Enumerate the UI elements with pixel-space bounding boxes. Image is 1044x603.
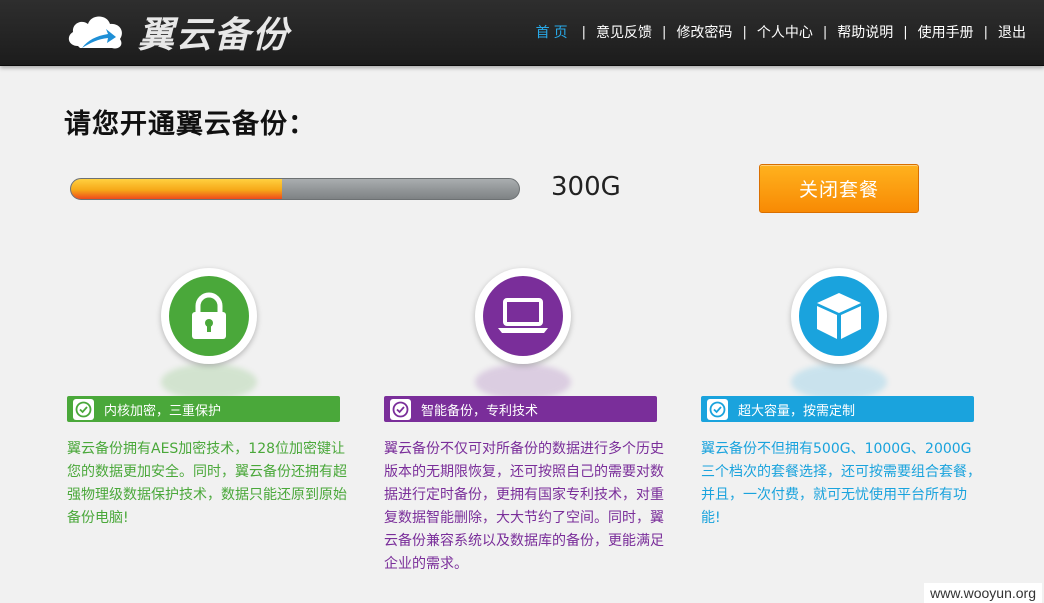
feature-icon-circle xyxy=(169,276,249,356)
feature-icon-badge xyxy=(161,268,257,364)
page-title: 请您开通翼云备份： xyxy=(64,109,316,140)
storage-progress-bar xyxy=(70,178,520,200)
logo[interactable]: 翼云备份 xyxy=(64,8,290,56)
feature-title: 超大容量，按需定制 xyxy=(738,403,856,419)
feature-title: 智能备份，专利技术 xyxy=(421,403,539,419)
nav-change-password[interactable]: 修改密码 xyxy=(676,22,732,42)
icon-reflection xyxy=(791,364,887,400)
nav-separator: | xyxy=(983,24,988,40)
logo-text: 翼云备份 xyxy=(138,15,291,56)
feature-description: 翼云备份不仅可对所备份的数据进行多个历史版本的无期限恢复，还可按照自己的需要对数… xyxy=(384,441,664,572)
nav-separator: | xyxy=(742,24,747,40)
cloud-logo-icon xyxy=(68,16,122,49)
check-icon xyxy=(390,398,411,420)
feature-description: 翼云备份拥有AES加密技术，128位加密键让您的数据更加安全。同时，翼云备份还拥… xyxy=(67,441,347,526)
feature-icon-badge xyxy=(475,268,571,364)
feature-title-bar: 智能备份，专利技术 xyxy=(384,396,657,422)
feature-icon-circle xyxy=(483,276,563,356)
feature-title: 内核加密，三重保护 xyxy=(104,403,222,419)
nav-logout[interactable]: 退出 xyxy=(998,22,1026,42)
nav-feedback[interactable]: 意见反馈 xyxy=(596,22,652,42)
icon-reflection xyxy=(475,364,571,400)
feature-title-bar: 内核加密，三重保护 xyxy=(67,396,340,422)
feature-title-bar: 超大容量，按需定制 xyxy=(701,396,974,422)
nav-separator: | xyxy=(662,24,667,40)
nav-separator: | xyxy=(581,24,587,40)
box-icon xyxy=(817,293,861,339)
feature-icon-circle xyxy=(799,276,879,356)
storage-progress-fill xyxy=(71,179,282,199)
nav-manual[interactable]: 使用手册 xyxy=(918,22,974,42)
nav-profile[interactable]: 个人中心 xyxy=(757,22,813,42)
close-plan-button[interactable]: 关闭套餐 xyxy=(759,164,919,213)
nav-home[interactable]: 首页 xyxy=(536,22,572,42)
nav-separator: | xyxy=(822,24,828,40)
main-nav: 首页 | 意见反馈 | 修改密码 | 个人中心 | 帮助说明 | 使用手册 | … xyxy=(536,22,1026,42)
storage-capacity-label: 300G xyxy=(551,172,621,202)
lock-icon xyxy=(192,292,226,339)
check-icon xyxy=(73,398,94,420)
check-icon xyxy=(707,398,728,420)
top-bar: 翼云备份 首页 | 意见反馈 | 修改密码 | 个人中心 | 帮助说明 | 使用… xyxy=(0,0,1044,66)
feature-description: 翼云备份不但拥有500G、1000G、2000G三个档次的套餐选择，还可按需要组… xyxy=(701,441,981,526)
icon-reflection xyxy=(161,364,257,400)
nav-help[interactable]: 帮助说明 xyxy=(837,22,893,42)
nav-separator: | xyxy=(903,24,908,40)
laptop-icon xyxy=(498,298,548,333)
feature-icon-badge xyxy=(791,268,887,364)
watermark: www.wooyun.org xyxy=(924,583,1042,603)
